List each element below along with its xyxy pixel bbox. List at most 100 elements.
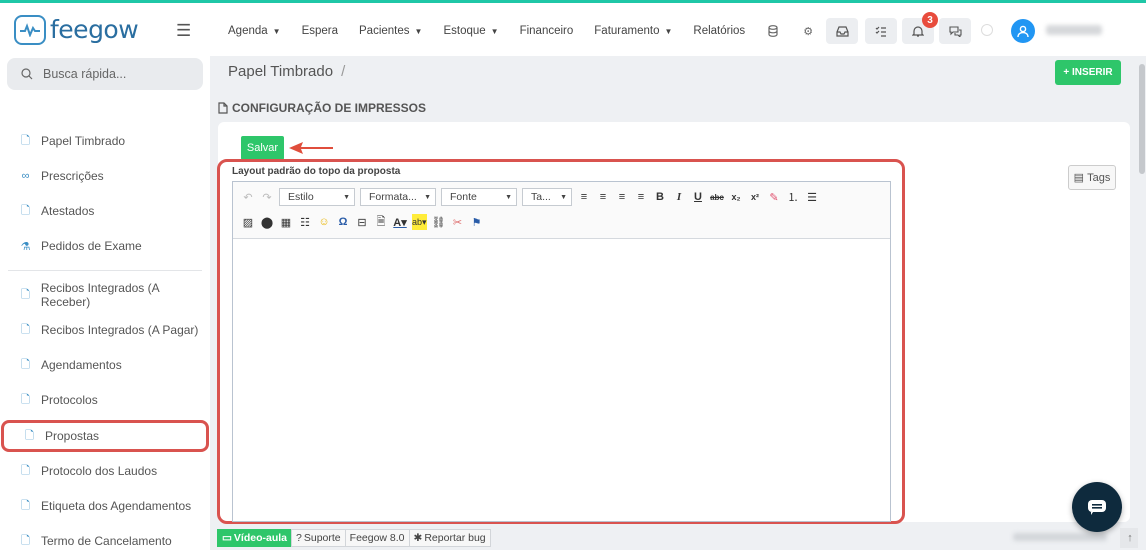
editor-content-area[interactable] [233,239,890,521]
sidebar-item-prescricoes[interactable]: ∞ Prescrições [0,163,210,189]
format-select[interactable]: Formata... ▼ [360,188,436,206]
sidebar-item-atestados[interactable]: 🗋 Atestados [0,198,210,224]
anchor-flag-icon[interactable]: ⚑ [470,214,484,230]
inbox-button[interactable] [826,18,858,44]
align-right-icon[interactable]: ≡ [615,189,629,205]
save-button[interactable]: Salvar [241,136,284,160]
sidebar-divider [8,270,202,271]
logo-text: feegow [50,15,139,44]
font-select[interactable]: Fonte ▼ [441,188,517,206]
nav-espera[interactable]: Espera [302,25,338,37]
redo-icon[interactable]: ↷ [260,189,274,205]
numbered-list-icon[interactable]: ⒈ [786,189,800,205]
document-icon: 🗋 [21,134,30,147]
bell-icon [912,26,924,37]
sidebar-item-recibos-receber[interactable]: 🗋 Recibos Integrados (A Receber) [0,281,210,309]
smiley-icon[interactable]: ☺ [317,214,331,230]
eraser-icon[interactable]: ✎ [767,189,781,205]
gear-icon[interactable]: ⚙ [801,24,815,38]
align-center-icon[interactable]: ≡ [596,189,610,205]
image-icon[interactable]: ▨ [241,214,255,230]
subscript-icon[interactable]: x₂ [729,189,743,205]
nav-pacientes[interactable]: Pacientes ▼ [359,25,422,37]
chat-button[interactable] [939,18,971,44]
quick-search[interactable] [7,58,203,90]
database-icon[interactable] [766,24,780,38]
chevron-down-icon: ▼ [505,193,512,201]
search-input[interactable] [43,67,193,81]
nav-estoque[interactable]: Estoque ▼ [443,25,498,37]
undo-icon[interactable]: ↶ [241,189,255,205]
flask-icon: ⚗ [20,240,31,253]
theme-toggle-icon[interactable] [981,24,993,36]
tasks-button[interactable] [865,18,897,44]
bullet-list-icon[interactable]: ☰ [805,189,819,205]
help-icon: ? [296,532,302,544]
page-title[interactable]: Papel Timbrado [228,63,333,80]
toolbar-row-2: ▨ ⬤ ▦ ☷ ☺ Ω ⊟ 🗎 A▾ ab▾ ⛓ ✂ ⚑ [241,212,484,232]
nav-agenda[interactable]: Agenda ▼ [228,25,281,37]
special-char-icon[interactable]: Ω [336,214,350,230]
page-break-icon[interactable]: ⊟ [355,214,369,230]
sidebar-item-etiqueta-agendamentos[interactable]: 🗋 Etiqueta dos Agendamentos [0,493,210,519]
chevron-down-icon: ▼ [424,193,431,201]
align-left-icon[interactable]: ≡ [577,189,591,205]
rich-text-editor[interactable]: ↶ ↷ Estilo ▼ Formata... ▼ Fonte ▼ Ta... ▼ ≡ … [232,181,891,522]
nav-relatorios[interactable]: Relatórios [693,25,745,37]
iframe-icon[interactable]: 🗎 [374,214,388,230]
bg-color-icon[interactable]: ab▾ [412,214,427,230]
sidebar-item-protocolo-laudos[interactable]: 🗋 Protocolo dos Laudos [0,458,210,484]
size-select[interactable]: Ta... ▼ [522,188,572,206]
link-icon[interactable]: ⛓ [432,214,446,230]
active-item-highlight [1,420,209,452]
unlink-icon[interactable]: ✂ [451,214,465,230]
video-lesson-button[interactable]: ▭ Vídeo-aula [217,529,293,547]
support-chat-button[interactable] [1072,482,1122,532]
underline-icon[interactable]: U [691,189,705,205]
chat-bubbles-icon [948,25,962,37]
style-select[interactable]: Estilo ▼ [279,188,355,206]
menu-toggle-icon[interactable]: ☰ [176,21,191,41]
nav-financeiro[interactable]: Financeiro [520,25,574,37]
nav-faturamento[interactable]: Faturamento ▼ [594,25,672,37]
inbox-icon [835,25,849,37]
chevron-down-icon: ▼ [664,26,673,36]
checklist-icon [875,26,886,37]
insert-button[interactable]: + INSERIR [1055,60,1121,85]
document-icon: 🗋 [21,323,30,336]
bold-icon[interactable]: B [653,189,667,205]
strikethrough-icon[interactable]: abc [710,189,724,205]
italic-icon[interactable]: I [672,189,686,205]
superscript-icon[interactable]: x² [748,189,762,205]
align-justify-icon[interactable]: ≡ [634,189,648,205]
table-icon[interactable]: ▦ [279,214,293,230]
arrow-up-icon: ↑ [1127,532,1133,544]
scroll-top-button[interactable]: ↑ [1120,528,1140,548]
user-name-blurred[interactable] [1046,25,1102,35]
sidebar-item-recibos-pagar[interactable]: 🗋 Recibos Integrados (A Pagar) [0,317,210,343]
sidebar-item-termo-cancelamento[interactable]: 🗋 Termo de Cancelamento [0,528,210,550]
text-color-icon[interactable]: A▾ [393,214,407,230]
support-button[interactable]: ? Suporte [291,529,346,547]
document-icon: 🗋 [21,534,30,547]
page-scrollbar[interactable] [1138,56,1146,550]
footer-bar: ▭ Vídeo-aula ? Suporte Feegow 8.0 ✱ Reporta… [210,526,1146,550]
logo-heartbeat-icon [14,14,46,45]
scrollbar-thumb[interactable] [1139,64,1145,174]
sidebar-item-protocolos[interactable]: 🗋 Protocolos [0,387,210,413]
toolbar-row-1: ↶ ↷ Estilo ▼ Formata... ▼ Fonte ▼ Ta... ▼ ≡ … [241,187,819,207]
user-avatar[interactable] [1011,19,1035,43]
chevron-down-icon: ▼ [490,26,499,36]
tags-button[interactable]: ▤ Tags [1068,165,1116,190]
flash-icon[interactable]: ⬤ [260,214,274,230]
sidebar-item-pedidos-de-exame[interactable]: ⚗ Pedidos de Exame [0,233,210,259]
document-icon: 🗋 [21,393,30,406]
horizontal-rule-icon[interactable]: ☷ [298,214,312,230]
notifications-button[interactable]: 3 [902,12,938,44]
field-label: Layout padrão do topo da proposta [232,166,401,177]
sidebar-item-papel-timbrado[interactable]: 🗋 Papel Timbrado [0,128,210,154]
footer-info-blurred [1013,533,1107,541]
notification-badge: 3 [922,12,938,28]
report-bug-button[interactable]: ✱ Reportar bug [408,529,491,547]
sidebar-item-agendamentos[interactable]: 🗋 Agendamentos [0,352,210,378]
